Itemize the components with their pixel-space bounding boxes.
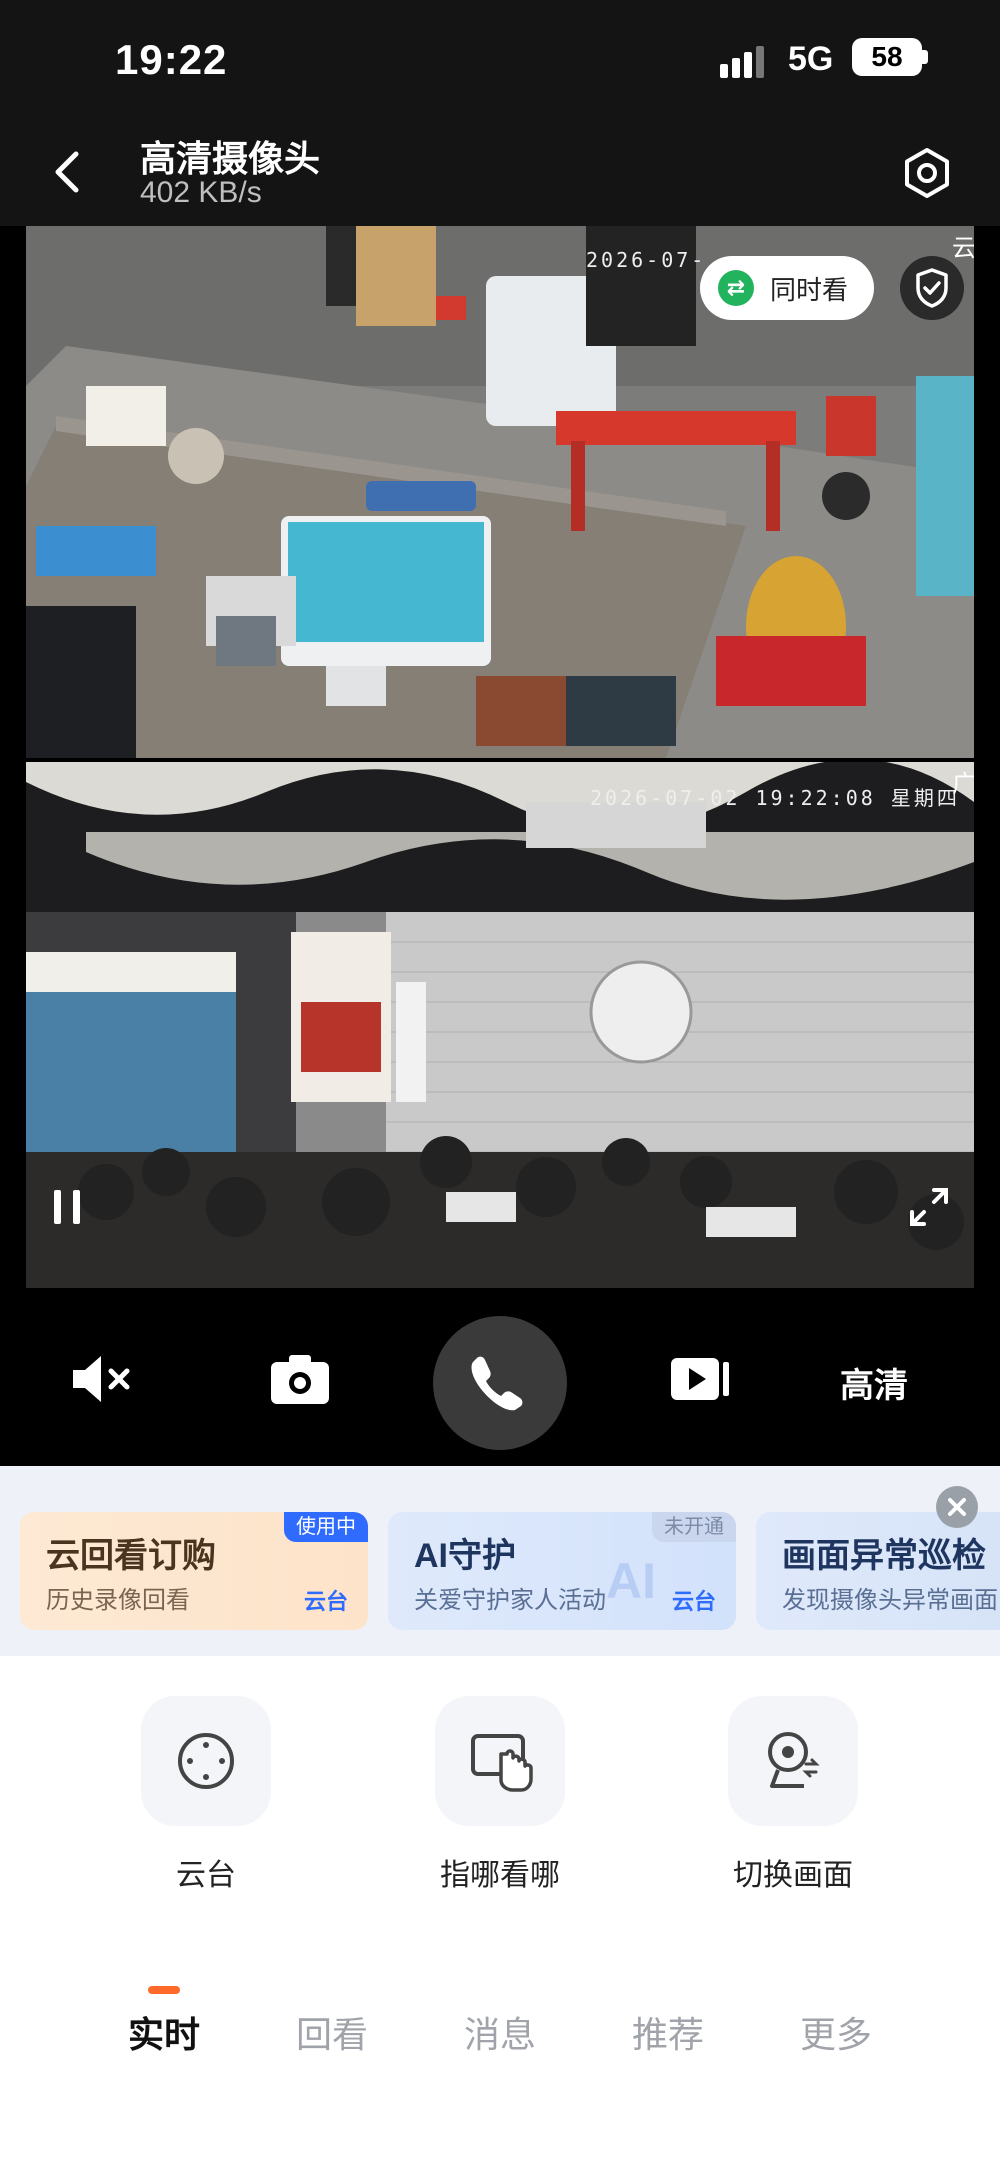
promo-subtitle: 关爱守护家人活动 <box>414 1587 606 1614</box>
promo-tag: 云台 <box>671 1589 716 1614</box>
tab-recommend[interactable]: 推荐 <box>588 2006 748 2058</box>
feature-label: 切换画面 <box>733 1859 853 1892</box>
status-time: 19:22 <box>115 36 228 83</box>
feature-label: 云台 <box>176 1859 236 1892</box>
tab-messages[interactable]: 消息 <box>420 2006 580 2058</box>
switch-camera-icon <box>728 1696 858 1826</box>
signal-strength-icon <box>720 46 764 78</box>
battery-tip <box>922 50 928 64</box>
promo-subtitle: 历史录像回看 <box>46 1587 190 1614</box>
camera-snapshot-icon[interactable] <box>255 1334 345 1424</box>
ptz-feed-timestamp: 2026-07- <box>586 248 707 272</box>
ptz-joystick-icon <box>141 1696 271 1826</box>
shield-check-icon[interactable] <box>900 256 964 320</box>
active-tab-indicator <box>148 1986 180 1994</box>
bitrate-readout: 402 KB/s <box>140 176 262 209</box>
promo-strip: 云回看订购 历史录像回看 使用中 云台 AI守护 关爱守护家人活动 未开通 AI… <box>0 1466 1000 1656</box>
promo-card-ai-guard[interactable]: AI守护 关爱守护家人活动 未开通 AI 云台 <box>388 1512 736 1630</box>
tab-live[interactable]: 实时 <box>84 2006 244 2058</box>
camera-feed-area: 2026-07- 云台 ⇄ 同时看 <box>0 226 1000 1290</box>
watch-together-label: 同时看 <box>770 274 849 305</box>
mute-icon[interactable] <box>55 1334 145 1424</box>
watch-together-button[interactable]: ⇄ 同时看 <box>700 256 874 320</box>
status-bar: 19:22 5G 58 <box>0 0 1000 120</box>
bottom-tab-bar: 实时 回看 消息 推荐 更多 <box>0 1976 1000 2163</box>
wide-feed-image <box>26 762 974 1288</box>
fullscreen-icon[interactable] <box>904 1182 954 1232</box>
feature-switch-view[interactable]: 切换画面 <box>683 1696 903 1894</box>
tab-playback[interactable]: 回看 <box>252 2006 412 2058</box>
record-video-icon[interactable] <box>655 1334 745 1424</box>
feature-label: 指哪看哪 <box>440 1859 560 1892</box>
page-header: 高清摄像头 402 KB/s <box>0 120 1000 226</box>
promo-card-anomaly-check[interactable]: 画面异常巡检 发现摄像头异常画面 <box>756 1512 1000 1630</box>
promo-badge-inactive: 未开通 <box>652 1512 736 1542</box>
promo-title: 云回看订购 <box>46 1537 216 1575</box>
settings-gear-icon[interactable] <box>896 142 958 204</box>
feature-point-to-view[interactable]: 指哪看哪 <box>390 1696 610 1894</box>
swap-arrows-icon: ⇄ <box>718 270 754 306</box>
battery-level: 58 <box>852 38 922 76</box>
promo-title: AI守护 <box>414 1537 516 1575</box>
phone-icon <box>471 1356 523 1411</box>
video-quality-button[interactable]: 高清 <box>840 1358 908 1407</box>
camera-feed-wide[interactable]: 2026-07-02 19:22:08 星期四 广角 <box>26 762 974 1288</box>
promo-title: 画面异常巡检 <box>782 1537 986 1575</box>
ptz-feed-tag: 云台 <box>952 235 974 262</box>
close-icon[interactable] <box>936 1486 978 1528</box>
touch-screen-icon <box>435 1696 565 1826</box>
promo-card-cloud-playback[interactable]: 云回看订购 历史录像回看 使用中 云台 <box>20 1512 368 1630</box>
page-title: 高清摄像头 <box>140 138 321 179</box>
promo-badge-active: 使用中 <box>284 1512 368 1542</box>
promo-tag: 云台 <box>303 1589 348 1614</box>
wide-feed-tag: 广角 <box>952 771 974 798</box>
tab-more[interactable]: 更多 <box>756 2006 916 2058</box>
ai-watermark: AI <box>606 1553 656 1609</box>
feature-ptz[interactable]: 云台 <box>96 1696 316 1894</box>
back-arrow-icon[interactable] <box>40 142 100 202</box>
promo-subtitle: 发现摄像头异常画面 <box>782 1587 998 1614</box>
network-type: 5G <box>788 40 834 78</box>
intercom-call-button[interactable] <box>433 1316 567 1450</box>
wide-feed-timestamp: 2026-07-02 19:22:08 星期四 <box>590 786 960 810</box>
pause-icon[interactable] <box>42 1182 92 1232</box>
control-bar: 高清 <box>0 1290 1000 1466</box>
